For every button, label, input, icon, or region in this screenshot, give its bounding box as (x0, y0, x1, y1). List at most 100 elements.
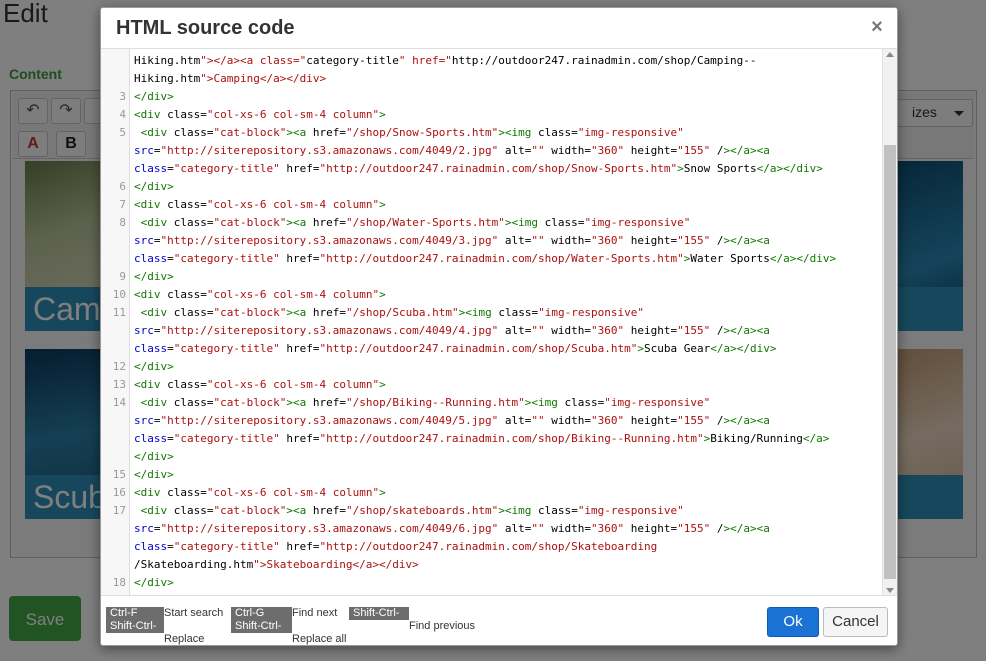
code-line[interactable]: class="category-title" href="http://outd… (134, 250, 836, 268)
scroll-down-icon[interactable] (886, 588, 894, 593)
code-line[interactable]: 6 </div> (119, 178, 836, 196)
code-text: </div> (134, 270, 174, 283)
shortcut-label: Find next (292, 607, 338, 619)
shortcut-key: Shift-Ctrl-F (349, 607, 409, 632)
code-line[interactable]: Hiking.htm">Camping</a></div> (134, 70, 836, 88)
shortcut-key: Shift-Ctrl-R (231, 620, 292, 645)
line-number: 15 (112, 468, 126, 481)
code-line[interactable]: 8 <div class="cat-block"><a href="/shop/… (119, 214, 836, 232)
code-text: <div class="cat-block"><a href="/shop/Wa… (140, 216, 691, 229)
code-line[interactable]: /Skateboarding.htm">Skateboarding</a></d… (134, 556, 836, 574)
code-text: class="category-title" href="http://outd… (134, 540, 658, 553)
code-text: </div> (134, 468, 174, 481)
code-line[interactable]: src="http://siterepository.s3.amazonaws.… (134, 142, 836, 160)
code-line[interactable]: 3 </div> (119, 88, 836, 106)
code-line[interactable]: 12 </div> (113, 358, 836, 376)
code-line[interactable]: 17 <div class="cat-block"><a href="/shop… (113, 502, 836, 520)
code-line[interactable]: Hiking.htm"></a><a class="category-title… (134, 52, 836, 70)
code-line[interactable]: 4 <div class="col-xs-6 col-sm-4 column"> (119, 106, 836, 124)
line-number: 9 (119, 270, 126, 283)
code-text: </div> (134, 576, 174, 589)
line-number: 8 (119, 216, 126, 229)
shortcut-start-search: Ctrl-F Start search (106, 607, 223, 620)
line-number: 5 (119, 126, 126, 139)
code-editor[interactable]: Hiking.htm"></a><a class="category-title… (101, 48, 897, 596)
code-line[interactable]: 10 <div class="col-xs-6 col-sm-4 column"> (113, 286, 836, 304)
shortcut-replace-all: Shift-Ctrl-R Replace all (231, 620, 346, 646)
code-text: <div class="col-xs-6 col-sm-4 column"> (134, 486, 386, 499)
dialog-footer: Ctrl-F Start search Shift-Ctrl-F Replace C… (101, 597, 897, 645)
code-text: <div class="col-xs-6 col-sm-4 column"> (134, 288, 386, 301)
cancel-button[interactable]: Cancel (823, 607, 888, 637)
ok-button[interactable]: Ok (767, 607, 819, 637)
code-text: <div class="cat-block"><a href="/shop/Sc… (140, 306, 645, 319)
line-number: 7 (119, 198, 126, 211)
close-icon[interactable]: × (869, 17, 885, 37)
scroll-up-icon[interactable] (886, 52, 894, 57)
line-number: 17 (112, 504, 126, 517)
line-number: 3 (119, 90, 126, 103)
shortcut-key: Ctrl-F (106, 607, 164, 620)
code-text: <div class="cat-block"><a href="/shop/Bi… (140, 396, 711, 409)
dialog-header: HTML source code × (101, 8, 897, 48)
code-text: src="http://siterepository.s3.amazonaws.… (134, 522, 770, 535)
code-line[interactable]: class="category-title" href="http://outd… (134, 160, 836, 178)
shortcut-key: Ctrl-G (231, 607, 292, 620)
code-line[interactable]: src="http://siterepository.s3.amazonaws.… (134, 520, 836, 538)
code-text: <div class="col-xs-6 col-sm-4 column"> (134, 198, 386, 211)
shortcut-key: Shift-Ctrl-F (106, 620, 164, 645)
code-text: </div> (134, 180, 174, 193)
line-number: 13 (112, 378, 126, 391)
scroll-thumb[interactable] (884, 145, 896, 579)
code-text: <div class="col-xs-6 col-sm-4 column"> (134, 108, 386, 121)
code-line[interactable]: src="http://siterepository.s3.amazonaws.… (134, 412, 836, 430)
code-text: class="category-title" href="http://outd… (134, 432, 830, 445)
code-line[interactable]: 16 <div class="col-xs-6 col-sm-4 column"> (113, 484, 836, 502)
code-line[interactable]: 18 </div> (113, 574, 836, 592)
line-number: 12 (112, 360, 126, 373)
code-text: src="http://siterepository.s3.amazonaws.… (134, 414, 770, 427)
shortcut-label: Find previous (409, 620, 476, 632)
code-line[interactable]: </div> (134, 448, 836, 466)
shortcut-find-previous: Shift-Ctrl-F Find previous (349, 607, 475, 633)
vertical-scrollbar[interactable] (882, 49, 897, 595)
code-text: </div> (134, 450, 174, 463)
dialog-title: HTML source code (116, 17, 295, 39)
code-text: </div> (134, 360, 174, 373)
code-line[interactable]: 13 <div class="col-xs-6 col-sm-4 column"> (113, 376, 836, 394)
code-text: src="http://siterepository.s3.amazonaws.… (134, 144, 770, 157)
shortcut-find-next: Ctrl-G Find next (231, 607, 337, 620)
shortcut-label: Replace all (292, 633, 347, 645)
line-number: 10 (112, 288, 126, 301)
code-text: class="category-title" href="http://outd… (134, 252, 837, 265)
code-text: <div class="cat-block"><a href="/shop/Sn… (140, 126, 684, 139)
code-line[interactable]: 7 <div class="col-xs-6 col-sm-4 column"> (119, 196, 836, 214)
html-source-dialog: HTML source code × Hiking.htm"></a><a cl… (100, 7, 898, 646)
code-text: </div> (134, 90, 174, 103)
code-text: class="category-title" href="http://outd… (134, 342, 777, 355)
code-line[interactable]: class="category-title" href="http://outd… (134, 538, 836, 556)
line-number: 11 (112, 306, 126, 319)
line-number: 14 (112, 396, 126, 409)
line-number: 16 (112, 486, 126, 499)
code-line[interactable]: src="http://siterepository.s3.amazonaws.… (134, 322, 836, 340)
line-number: 6 (119, 180, 126, 193)
code-line[interactable]: src="http://siterepository.s3.amazonaws.… (134, 232, 836, 250)
code-line[interactable]: 14 <div class="cat-block"><a href="/shop… (113, 394, 836, 412)
code-text: Hiking.htm">Camping</a></div> (134, 72, 327, 85)
code-text: class="category-title" href="http://outd… (134, 162, 823, 175)
line-number: 4 (119, 108, 126, 121)
shortcut-replace: Shift-Ctrl-F Replace (106, 620, 204, 646)
shortcut-label: Replace (164, 633, 205, 645)
code-content[interactable]: Hiking.htm"></a><a class="category-title… (113, 52, 836, 592)
code-line[interactable]: 11 <div class="cat-block"><a href="/shop… (113, 304, 836, 322)
shortcut-label: Start search (164, 607, 224, 619)
line-number: 18 (112, 576, 126, 589)
code-line[interactable]: class="category-title" href="http://outd… (134, 430, 836, 448)
code-line[interactable]: 9 </div> (119, 268, 836, 286)
code-text: /Skateboarding.htm">Skateboarding</a></d… (134, 558, 419, 571)
code-text: <div class="col-xs-6 col-sm-4 column"> (134, 378, 386, 391)
code-line[interactable]: 15 </div> (113, 466, 836, 484)
code-line[interactable]: class="category-title" href="http://outd… (134, 340, 836, 358)
code-line[interactable]: 5 <div class="cat-block"><a href="/shop/… (119, 124, 836, 142)
